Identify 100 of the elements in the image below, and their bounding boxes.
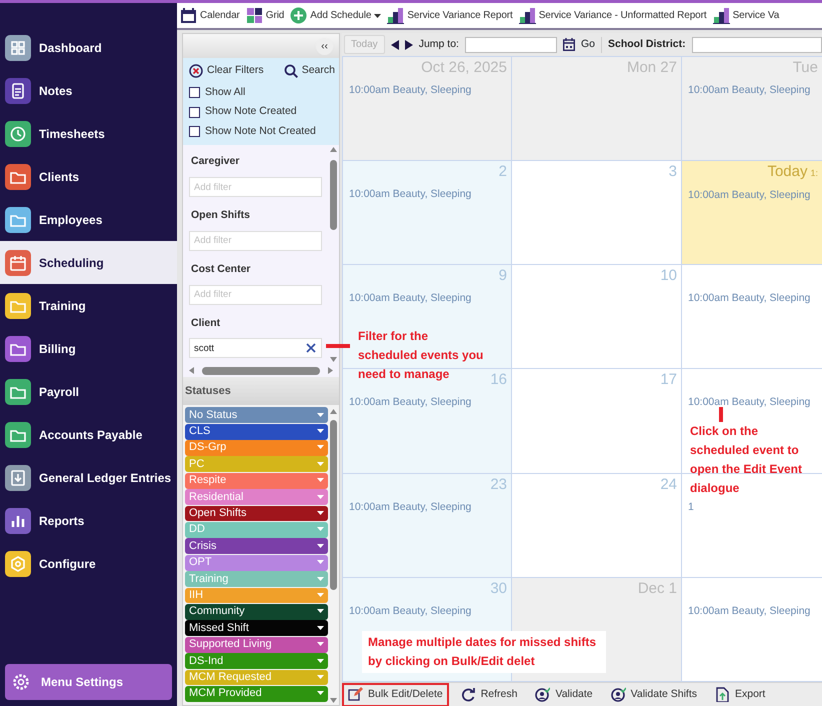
search-icon	[284, 64, 298, 78]
caret-icon	[317, 609, 324, 614]
sidebar-item[interactable]: Dashboard	[0, 26, 177, 69]
status-tag[interactable]: Crisis	[185, 538, 328, 554]
status-tag[interactable]: Open Shifts	[185, 506, 328, 522]
toolbar-button[interactable]: Bulk Edit/Delete	[344, 684, 447, 704]
day-number: 2	[498, 163, 507, 180]
caret-icon	[317, 642, 324, 648]
checkbox-label: Show Note Created	[205, 104, 297, 120]
previous-icon[interactable]	[390, 40, 399, 50]
collapse-button[interactable]: ‹‹	[316, 38, 333, 54]
day-number: Today	[767, 163, 808, 180]
caret-icon	[317, 544, 324, 549]
caret-icon	[317, 511, 324, 516]
report-link[interactable]: Service Variance - Unformatted Report	[518, 7, 707, 24]
status-tag[interactable]: Missed Shift	[185, 620, 328, 636]
status-tag[interactable]: CLS	[185, 424, 328, 440]
day-number: 3	[668, 163, 677, 180]
filter-label: Open Shifts	[191, 208, 251, 223]
report-link[interactable]: Service Variance Report	[387, 7, 513, 24]
left-arrow-icon[interactable]	[189, 367, 194, 374]
time-label: 1:	[810, 168, 818, 178]
caret-icon	[317, 592, 324, 598]
status-tag[interactable]: MCM Provided	[185, 686, 328, 702]
grid-icon	[246, 7, 263, 24]
clear-filters-button[interactable]: Clear Filters	[189, 63, 264, 79]
caret-icon	[317, 674, 324, 680]
clear-icon	[189, 64, 203, 78]
status-tag[interactable]: Supported Living	[185, 636, 328, 653]
caret-icon	[317, 429, 324, 434]
status-tag[interactable]: No Status	[185, 407, 328, 424]
day-number: 17	[660, 371, 677, 388]
section-header: Statuses	[183, 377, 339, 406]
toolbar-button[interactable]: Export	[711, 684, 770, 704]
document-icon	[715, 687, 730, 702]
sidebar-item[interactable]: Employees	[0, 198, 177, 241]
caret-icon	[317, 691, 324, 696]
caret-icon	[317, 412, 324, 418]
sidebar-item[interactable]: Configure	[0, 542, 177, 585]
scrollbar-thumb[interactable]	[330, 420, 337, 590]
toolbar-button[interactable]: Grid	[246, 7, 284, 24]
day-number: 30	[490, 580, 507, 597]
toolbar-button[interactable]: Add Schedule	[290, 7, 382, 24]
day-number: 24	[660, 476, 677, 493]
go-button[interactable]: Go	[580, 36, 595, 52]
right-arrow-icon[interactable]	[328, 367, 333, 374]
user-check-icon	[610, 687, 626, 702]
menu-settings-button[interactable]: Menu Settings	[5, 664, 172, 700]
down-arrow-icon[interactable]	[330, 357, 337, 362]
sidebar-item[interactable]: General Ledger Entries	[0, 456, 177, 499]
sidebar-item[interactable]: Training	[0, 284, 177, 327]
filter-label: Caregiver	[191, 154, 240, 170]
settings-icon	[11, 672, 31, 692]
jump-to-label: Jump to:	[418, 36, 459, 52]
toolbar-button[interactable]: Validate Shifts	[606, 684, 701, 704]
up-arrow-icon[interactable]	[330, 147, 337, 152]
clear-icon[interactable]	[304, 341, 318, 356]
caret-icon	[317, 560, 324, 566]
checkbox[interactable]	[189, 87, 200, 98]
caret-icon	[317, 576, 324, 582]
day-number: 16	[490, 371, 507, 388]
search-button[interactable]: Search	[284, 63, 335, 79]
status-tag[interactable]: DS-Ind	[185, 653, 328, 669]
date-field[interactable]	[464, 36, 557, 52]
scrollbar-thumb[interactable]	[202, 366, 320, 375]
sidebar-item[interactable]: Billing	[0, 327, 177, 370]
school-district-field[interactable]	[692, 36, 822, 52]
report-link[interactable]: Service Va	[712, 7, 780, 24]
checkbox-label: Show All	[205, 84, 246, 100]
refresh-icon	[460, 687, 476, 702]
down-arrow-icon[interactable]	[330, 698, 337, 703]
calendar-icon[interactable]	[562, 38, 575, 51]
sidebar-item[interactable]: Notes	[0, 69, 177, 112]
day-number: 10	[660, 267, 677, 284]
filter-field[interactable]: Add filter	[189, 230, 322, 251]
bar-chart-icon	[712, 7, 730, 24]
sidebar-item[interactable]: Timesheets	[0, 112, 177, 155]
toolbar-button[interactable]: Calendar	[180, 7, 240, 24]
scrollbar-thumb[interactable]	[330, 160, 337, 230]
caret-icon	[317, 462, 324, 467]
filter-label: Client	[191, 316, 222, 330]
filter-field[interactable]: Add filter	[189, 177, 322, 197]
sidebar-item[interactable]: Accounts Payable	[0, 413, 177, 456]
filter-field[interactable]: scott	[189, 338, 322, 358]
toolbar-button[interactable]: Validate	[531, 684, 597, 704]
up-arrow-icon[interactable]	[330, 409, 337, 414]
day-number: 9	[498, 267, 507, 284]
sidebar-item[interactable]: Clients	[0, 155, 177, 198]
next-icon[interactable]	[404, 40, 413, 50]
sidebar-item[interactable]: Scheduling	[0, 241, 177, 284]
caret-icon	[317, 445, 324, 450]
sidebar-item[interactable]: Payroll	[0, 370, 177, 413]
checkbox[interactable]	[189, 106, 200, 118]
sidebar-item[interactable]: Reports	[0, 499, 177, 542]
checkbox[interactable]	[189, 126, 200, 137]
filter-field[interactable]: Add filter	[189, 284, 322, 304]
toolbar-button[interactable]: Refresh	[456, 684, 522, 704]
status-tag[interactable]: Community	[185, 604, 328, 620]
user-check-icon	[535, 687, 550, 702]
checkbox-label: Show Note Not Created	[205, 124, 316, 139]
